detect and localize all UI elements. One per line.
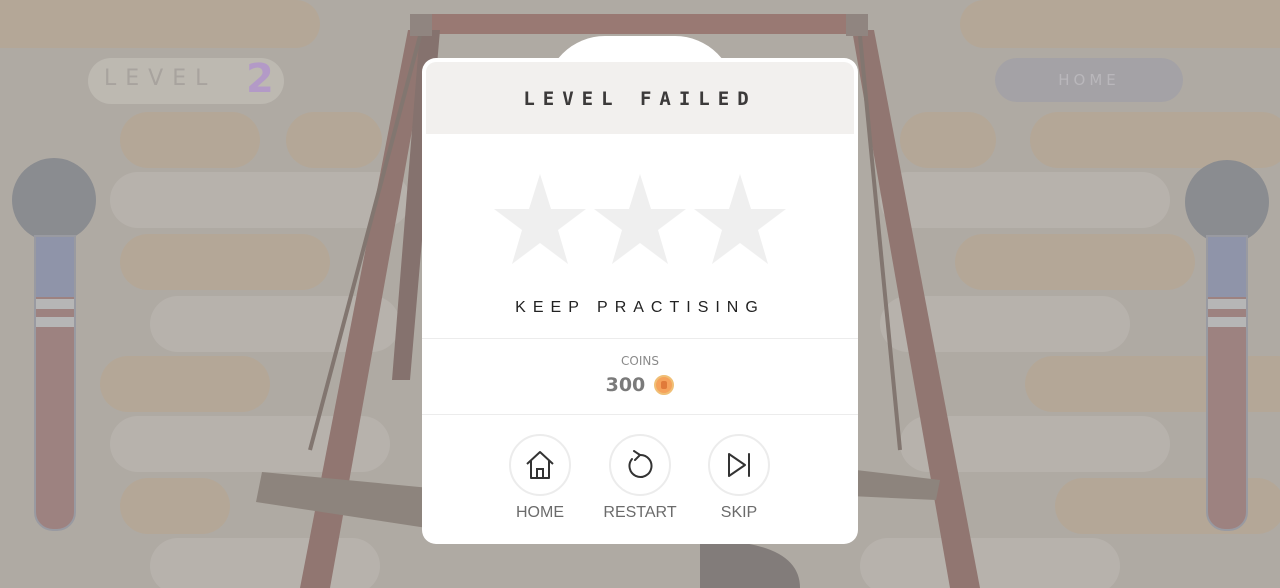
home-icon bbox=[526, 451, 554, 479]
restart-button-label: RESTART bbox=[603, 504, 677, 521]
skip-button-label: SKIP bbox=[720, 504, 758, 521]
divider bbox=[422, 338, 858, 339]
restart-button-circle[interactable] bbox=[609, 434, 671, 496]
dialog-title: LEVEL FAILED bbox=[523, 88, 757, 110]
restart-button[interactable]: RESTART bbox=[592, 434, 688, 522]
coins-value: 300 bbox=[605, 374, 646, 396]
home-button[interactable]: HOME bbox=[492, 434, 588, 522]
star-icon bbox=[594, 174, 686, 264]
level-label: LEVEL bbox=[104, 66, 217, 91]
divider bbox=[422, 414, 858, 415]
coins-label: COINS bbox=[621, 354, 659, 368]
dialog-header: LEVEL FAILED bbox=[426, 62, 854, 134]
dialog-subtitle: KEEP PRACTISING bbox=[515, 299, 765, 316]
home-button-circle[interactable] bbox=[509, 434, 571, 496]
skip-button-circle[interactable] bbox=[708, 434, 770, 496]
skip-button[interactable]: SKIP bbox=[691, 434, 787, 522]
coin-icon bbox=[654, 375, 675, 395]
star-icon bbox=[494, 174, 586, 264]
level-number: 2 bbox=[246, 56, 274, 102]
star-icon bbox=[694, 174, 786, 264]
restart-icon bbox=[628, 450, 653, 478]
hud-home-button[interactable]: HOME bbox=[995, 58, 1183, 102]
hud-home-label: HOME bbox=[1058, 71, 1120, 89]
skip-icon bbox=[728, 453, 750, 477]
star-rating bbox=[494, 174, 786, 264]
level-failed-dialog: LEVEL FAILED KEEP PRACTISING COINS 300 H… bbox=[422, 58, 858, 544]
coins-display: 300 bbox=[422, 374, 858, 396]
home-button-label: HOME bbox=[516, 504, 564, 521]
